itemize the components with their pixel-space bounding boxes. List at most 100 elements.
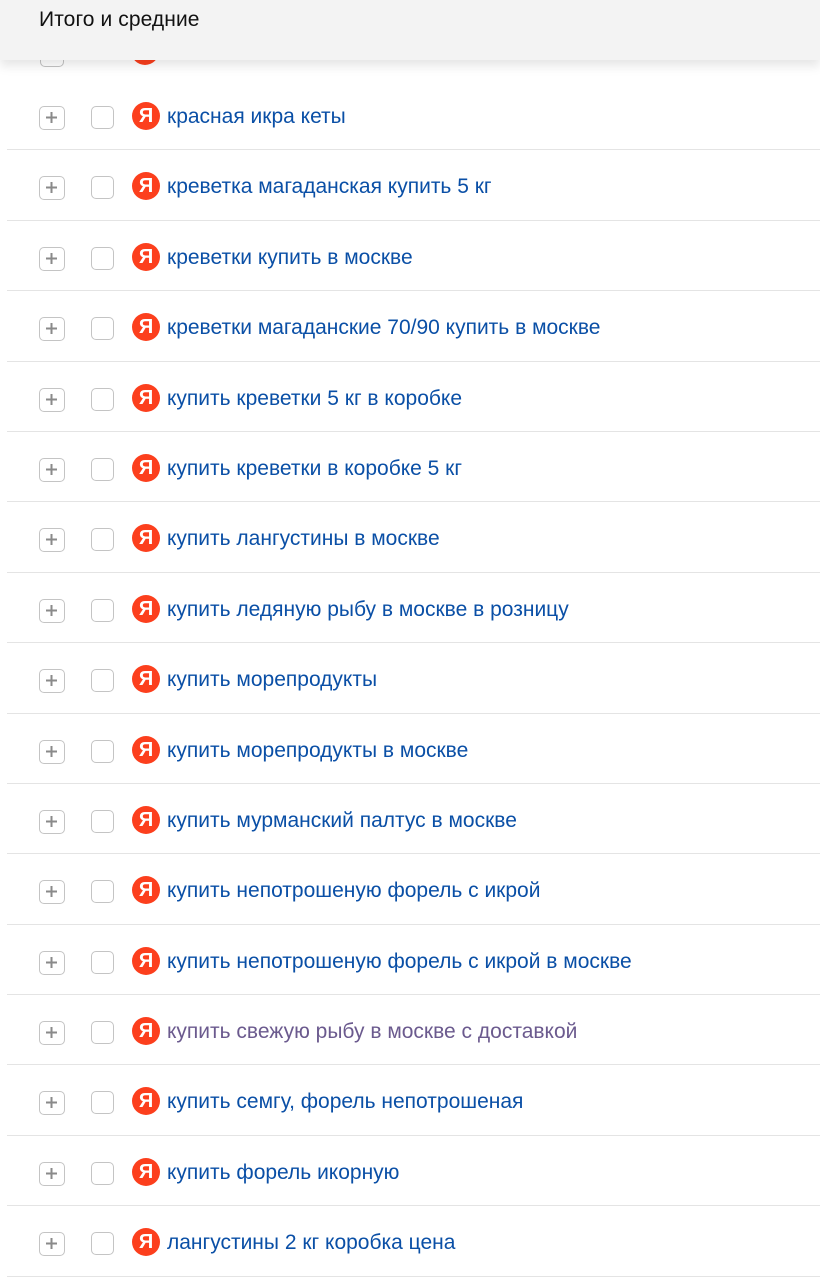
yandex-logo-icon: Я [132,453,160,482]
plus-icon [46,1097,57,1109]
row-checkbox[interactable] [91,880,114,904]
keyword-link[interactable]: купить непотрошеную форель с икрой в мос… [167,949,632,975]
table-row: Якупить ледяную рыбу в москве в розницу [7,573,820,644]
expand-row-button[interactable] [39,106,65,130]
expand-row-button[interactable] [39,387,65,412]
totals-title: Итого и средние [39,8,200,31]
plus-icon [46,393,57,405]
plus-icon [46,1027,57,1039]
yandex-logo-icon: Я [132,1017,160,1046]
table-row: Якупить непотрошеную форель с икрой в мо… [7,925,820,996]
plus-icon [46,182,57,194]
row-checkbox[interactable] [91,246,114,270]
keyword-link[interactable]: купить морепродукты в москве [167,738,468,764]
expand-row-button[interactable] [39,176,65,201]
plus-icon [46,815,57,827]
row-checkbox[interactable] [91,739,114,763]
yandex-logo-icon: Я [132,946,160,975]
table-row: Якреветка магаданская купить 5 кг [7,150,820,221]
keyword-link[interactable]: купить свежую рыбу в москве с доставкой [167,1019,577,1045]
expand-row-button[interactable] [39,528,65,553]
plus-icon [46,604,57,616]
expand-row-button[interactable] [39,246,65,271]
keyword-link[interactable]: купить креветки в коробке 5 кг [167,456,462,482]
plus-icon [46,252,57,264]
plus-icon [46,463,57,475]
expand-row-button[interactable] [39,1021,65,1046]
yandex-logo-icon: Я [132,242,160,271]
expand-row-button[interactable] [39,1161,65,1186]
plus-icon [46,1167,57,1179]
row-checkbox[interactable] [91,528,114,552]
expand-row-button[interactable] [39,950,65,975]
table-row: Якупить креветки в коробке 5 кг [7,432,820,503]
keyword-link[interactable]: купить ледяную рыбу в москве в розницу [167,597,569,623]
row-checkbox[interactable] [91,176,114,200]
expand-row-button[interactable] [39,457,65,482]
table-row: Ялангустины 2 кг коробка цена [7,1206,820,1277]
expand-row-button[interactable] [39,880,65,905]
row-checkbox[interactable] [91,1161,114,1185]
expand-row-button[interactable] [39,1091,65,1116]
yandex-logo-icon: Я [132,735,160,764]
expand-row-button[interactable] [39,669,65,694]
keyword-link[interactable]: купить непотрошеную форель с икрой [167,878,540,904]
keyword-link[interactable]: купить мурманский палтус в москве [167,808,517,834]
row-checkbox[interactable] [91,387,114,411]
table-row: Якупить лангустины в москве [7,502,820,573]
table-row: Якупить морепродукты [7,643,820,714]
expand-row-button[interactable] [39,1232,65,1257]
expand-row-button[interactable] [39,739,65,764]
keyword-link[interactable]: красная икра кеты [167,104,346,130]
table-row: Якупить семгу, форель непотрошеная [7,1065,820,1136]
yandex-logo-icon: Я [132,1157,160,1186]
row-checkbox[interactable] [91,457,114,481]
keyword-link[interactable]: купить морепродукты [167,667,377,693]
table-row: Якреветки купить в москве [7,221,820,292]
yandex-logo-icon: Я [132,665,160,694]
plus-icon [46,675,57,687]
keyword-link[interactable]: купить лангустины в москве [167,526,440,552]
expand-row-button[interactable] [39,598,65,623]
table-row: Якупить морепродукты в москве [7,714,820,784]
table-row: Якупить мурманский палтус в москве [7,784,820,855]
row-checkbox[interactable] [91,317,114,341]
row-checkbox[interactable] [91,106,114,129]
yandex-logo-icon: Я [132,313,160,342]
plus-icon [46,323,57,335]
row-checkbox[interactable] [91,1232,114,1256]
table-row: Якупить креветки 5 кг в коробке [7,362,820,432]
table-row: Якупить свежую рыбу в москве с доставкой [7,995,820,1066]
keyword-link[interactable]: креветки магаданские 70/90 купить в моск… [167,315,600,341]
plus-icon [46,956,57,968]
table-row: Якупить форель икорную [7,1136,820,1207]
row-checkbox[interactable] [91,669,114,693]
keyword-link[interactable]: креветки купить в москве [167,245,413,271]
keyword-link[interactable]: купить креветки 5 кг в коробке [167,386,462,412]
row-checkbox[interactable] [91,598,114,622]
row-checkbox[interactable] [91,1021,114,1045]
expand-row-button[interactable] [39,317,65,342]
row-checkbox[interactable] [91,809,114,833]
yandex-logo-icon: Я [132,876,160,905]
keyword-link[interactable]: купить семгу, форель непотрошеная [167,1089,523,1115]
plus-icon [46,745,57,757]
yandex-logo-icon: Я [132,102,160,130]
yandex-logo-icon: Я [132,1087,160,1116]
keyword-table-page: Итого и средние Якрасная икра кеты Якреве… [0,0,820,1280]
keyword-link[interactable]: купить форель икорную [167,1160,399,1186]
plus-icon [46,886,57,898]
yandex-logo-icon: Я [132,524,160,553]
plus-icon [46,1238,57,1250]
row-checkbox[interactable] [91,950,114,974]
keyword-link[interactable]: лангустины 2 кг коробка цена [167,1230,455,1256]
expand-row-button[interactable] [39,809,65,834]
yandex-logo-icon: Я [132,1228,160,1257]
yandex-logo-icon: Я [132,805,160,834]
keyword-link[interactable]: креветка магаданская купить 5 кг [167,174,492,200]
keyword-list: Якрасная икра кеты Якреветка магаданская … [7,80,820,1277]
row-checkbox[interactable] [91,1091,114,1115]
plus-icon [46,534,57,546]
plus-icon [46,112,57,123]
table-row: Якупить непотрошеную форель с икрой [7,854,820,925]
